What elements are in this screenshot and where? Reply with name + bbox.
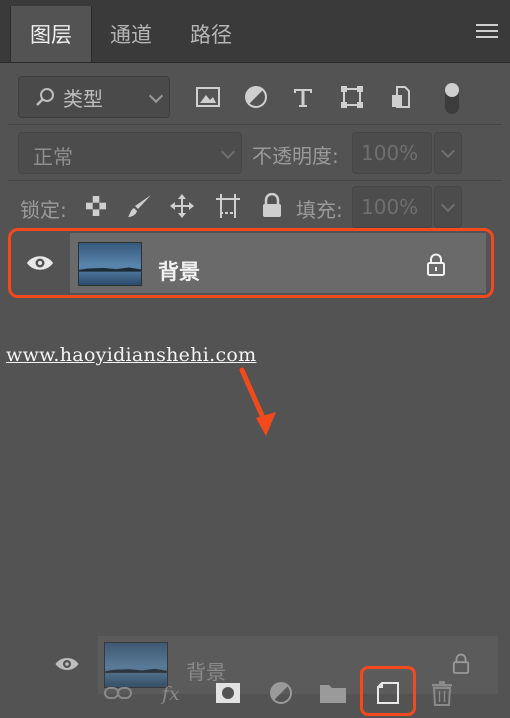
search-icon <box>36 88 54 106</box>
link-icon <box>104 687 132 699</box>
opacity-input[interactable]: 100% <box>352 132 432 174</box>
adjustment-filter-icon[interactable] <box>243 84 269 110</box>
opacity-value: 100% <box>361 141 419 165</box>
mask-icon <box>216 683 240 703</box>
lock-position-icon[interactable] <box>168 192 196 220</box>
image-filter-icon[interactable] <box>195 84 221 110</box>
new-adjustment-button[interactable] <box>266 678 296 708</box>
panel-menu-icon[interactable] <box>476 24 498 40</box>
ghost-eye-icon <box>54 656 80 676</box>
opacity-label: 不透明度: <box>252 144 339 168</box>
trash-icon <box>432 681 452 706</box>
new-group-button[interactable] <box>318 678 348 708</box>
lock-label: 锁定: <box>20 198 67 222</box>
lock-all-icon[interactable] <box>258 192 286 220</box>
delete-layer-button[interactable] <box>427 678 457 708</box>
divider <box>8 124 502 125</box>
watermark-text: www.haoyidianshehi.com <box>6 344 257 366</box>
fill-value: 100% <box>361 195 419 219</box>
filter-toggle-icon[interactable] <box>442 80 462 116</box>
tab-channels[interactable]: 通道 <box>92 6 170 62</box>
lock-paint-icon[interactable] <box>126 192 154 220</box>
link-layers-button[interactable] <box>103 678 133 708</box>
layer-highlight-annotation <box>8 228 494 298</box>
type-filter-icon[interactable] <box>290 84 316 110</box>
arrow-annotation <box>239 367 276 436</box>
smart-object-filter-icon[interactable] <box>388 84 414 110</box>
new-layer-highlight-annotation <box>360 666 416 716</box>
tab-layers[interactable]: 图层 <box>10 6 92 62</box>
svg-text:fx: fx <box>160 683 180 705</box>
tab-paths-label: 路径 <box>190 23 232 47</box>
tab-channels-label: 通道 <box>110 23 152 47</box>
fx-icon: fx <box>160 683 180 705</box>
tab-layers-label: 图层 <box>30 23 72 47</box>
lock-transparent-icon[interactable] <box>82 192 110 220</box>
blend-mode-select[interactable]: 正常 <box>18 132 242 174</box>
blend-mode-label: 正常 <box>33 145 73 169</box>
shape-filter-icon[interactable] <box>339 84 365 110</box>
filter-kind-label: 类型 <box>63 86 103 111</box>
divider <box>8 180 502 181</box>
lock-artboard-icon[interactable] <box>214 192 242 220</box>
opacity-slider-button[interactable] <box>434 132 462 174</box>
fill-label: 填充: <box>296 198 343 222</box>
adjustment-icon <box>270 682 292 704</box>
group-folder-icon <box>320 685 346 703</box>
tab-paths[interactable]: 路径 <box>172 6 250 62</box>
fill-slider-button[interactable] <box>434 186 462 228</box>
fill-input[interactable]: 100% <box>352 186 432 228</box>
layer-style-button[interactable]: fx <box>158 678 188 708</box>
add-mask-button[interactable] <box>213 678 243 708</box>
filter-kind-select[interactable]: 类型 <box>18 76 170 118</box>
